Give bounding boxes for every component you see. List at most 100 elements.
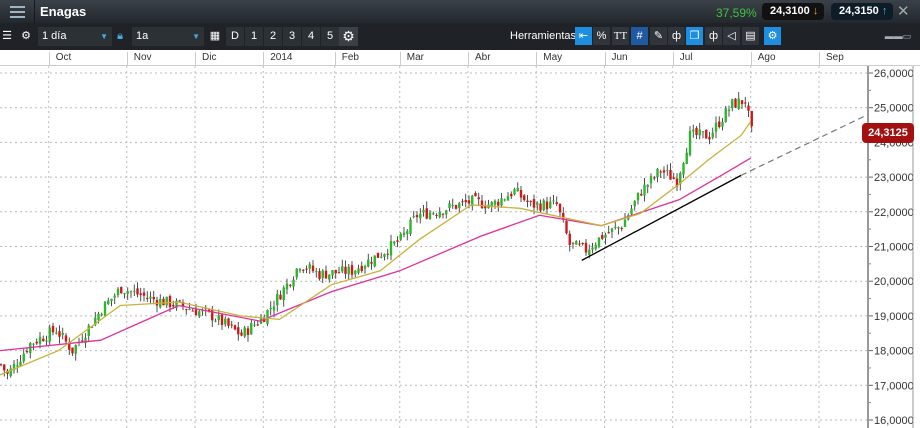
y-tick-label: 23,0000 (874, 172, 914, 184)
bid-price[interactable]: 24,3100 ↓ (762, 3, 824, 20)
candle-body (695, 127, 698, 136)
candle-body (237, 327, 240, 335)
candle-body (601, 235, 604, 239)
candle-icon[interactable]: ф (668, 27, 685, 45)
y-tick-label: 16,0000 (874, 415, 914, 427)
candle-body (311, 265, 315, 272)
candle-body (620, 227, 623, 230)
range-select[interactable]: 1a ▼ (132, 27, 204, 46)
print-icon[interactable]: ▤ (742, 27, 759, 45)
chart-settings-icon[interactable]: ⚙ (339, 27, 358, 46)
candle-body (441, 213, 445, 215)
candle-body (458, 203, 461, 208)
candle-body (42, 338, 45, 342)
candle-body (350, 265, 354, 275)
candle-body (737, 98, 740, 109)
candle-body (81, 340, 84, 342)
day-button-2[interactable]: 2 (264, 27, 282, 46)
candle-body (347, 266, 350, 275)
candle-body (337, 272, 341, 274)
windows-icon[interactable]: ❐ (686, 27, 703, 45)
range-value: 1a (136, 30, 149, 42)
back-icon[interactable]: ⇤ (575, 27, 592, 45)
ask-price[interactable]: 24,3150 ↑ (831, 3, 893, 20)
candle-body (493, 200, 497, 205)
candle-body (519, 190, 523, 198)
candle-body (705, 129, 708, 139)
list-icon[interactable]: ☰ (0, 27, 14, 46)
grid-icon[interactable]: # (631, 27, 648, 45)
candle-body (594, 244, 597, 249)
month-label: Jun (604, 52, 628, 66)
candle-body (653, 177, 656, 179)
candle-body (542, 200, 545, 211)
tools-label: Herramientas (510, 30, 577, 42)
draw-grid-icon[interactable]: ✎ (650, 27, 667, 45)
candle-body (711, 132, 714, 138)
day-button-5[interactable]: 5 (321, 27, 339, 46)
candle-body (480, 200, 484, 209)
candle-body (227, 318, 230, 326)
candle-body (539, 203, 542, 211)
calendar-icon[interactable]: ▦ (207, 27, 223, 46)
day-button-3[interactable]: 3 (283, 27, 301, 46)
month-label: Abr (468, 52, 491, 66)
trendline-extension (740, 114, 869, 176)
candle-body (474, 193, 477, 197)
candle-body (688, 130, 692, 156)
candle-body (415, 215, 419, 218)
gear-icon[interactable]: ⚙ (18, 27, 34, 46)
month-label: Oct (48, 52, 71, 66)
candle-body (331, 270, 334, 276)
day-button-d[interactable]: D (226, 27, 244, 46)
tag-icon[interactable]: ◁ (723, 27, 740, 45)
candle-body (565, 220, 568, 234)
candle-body (71, 347, 74, 354)
candle-body (500, 198, 503, 206)
candles-icon[interactable]: ф (705, 27, 722, 45)
candle-body (285, 283, 289, 290)
layout-icons[interactable]: ▬▬▭ (880, 27, 916, 46)
candle-body (708, 137, 711, 140)
candle-body (360, 265, 363, 272)
candle-body (523, 195, 526, 201)
candle-body (630, 208, 633, 215)
ask-value: 24,3150 (839, 5, 879, 17)
moving-average-short (0, 121, 752, 376)
candle-body (334, 269, 337, 274)
day-button-4[interactable]: 4 (302, 27, 320, 46)
candle-body (386, 253, 389, 255)
candle-body (35, 341, 38, 344)
settings-pen-icon[interactable]: ⚙ (764, 27, 781, 45)
candle-body (224, 318, 227, 325)
percent-button[interactable]: % (593, 27, 610, 45)
lock-icon[interactable]: 🔒︎ (115, 27, 125, 46)
interval-select[interactable]: 1 día ▼ (38, 27, 112, 46)
menu-icon[interactable] (0, 0, 35, 23)
candle-body (172, 304, 175, 307)
close-button[interactable]: ✕ (897, 2, 910, 20)
candle-body (568, 233, 571, 245)
candle-body (623, 219, 627, 227)
candle-body (636, 192, 640, 201)
candle-body (552, 200, 555, 202)
candle-body (451, 204, 454, 206)
candle-body (103, 301, 107, 317)
candle-body (250, 322, 253, 335)
candle-body (107, 300, 110, 305)
candle-body (289, 284, 292, 286)
candle-body (246, 328, 250, 335)
candle-body (646, 184, 649, 187)
day-button-1[interactable]: 1 (245, 27, 263, 46)
candle-body (714, 122, 718, 132)
candle-body (399, 233, 402, 240)
text-tool-button[interactable]: TT (612, 27, 629, 45)
candle-body (497, 201, 500, 206)
candle-body (198, 311, 201, 317)
candle-body (344, 266, 347, 274)
y-tick-label: 18,0000 (874, 346, 914, 358)
candle-body (168, 296, 172, 308)
price-chart[interactable]: 16,0000 17,0000 18,0000 19,0000 20,0000 21,00… (0, 66, 920, 428)
candle-body (217, 315, 220, 321)
candle-body (354, 270, 357, 275)
